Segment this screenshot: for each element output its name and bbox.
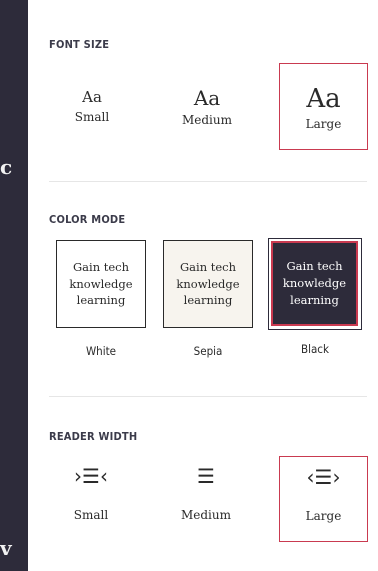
selected-frame: Gain tech knowledge learning <box>268 238 362 330</box>
font-size-medium-sample: Aa <box>193 86 221 110</box>
medium-width-icon: ☰ <box>197 464 215 488</box>
preview-line: Gain tech <box>286 259 343 274</box>
font-size-heading: FONT SIZE <box>49 38 110 51</box>
background-page <box>0 0 28 571</box>
preview-line: Gain tech <box>72 259 130 274</box>
narrow-width-icon: ›☰‹ <box>74 464 108 488</box>
font-size-medium-option[interactable]: Aa Medium <box>167 88 247 127</box>
font-size-large-label: Large <box>305 117 342 131</box>
background-text-fragment: c <box>0 155 13 179</box>
reader-width-small-option[interactable]: ›☰‹ Small <box>56 466 126 522</box>
section-divider <box>49 396 367 397</box>
preview-line: Gain tech <box>179 259 237 274</box>
preview-line: learning <box>76 293 126 308</box>
preview-line: learning <box>290 292 339 307</box>
wide-width-icon: ‹☰› <box>306 465 341 489</box>
background-text-fragment: v <box>0 536 12 560</box>
section-divider <box>49 181 367 182</box>
color-mode-white-label: White <box>85 344 117 358</box>
color-mode-sepia-preview: Gain tech knowledge learning <box>163 240 253 328</box>
font-size-small-option[interactable]: Aa Small <box>64 88 120 125</box>
reader-settings-panel: FONT SIZE Aa Small Aa Medium Aa Large CO… <box>28 0 378 571</box>
font-size-large-option[interactable]: Aa Large <box>279 63 368 150</box>
color-mode-black-label: Black <box>301 342 329 356</box>
color-mode-white-option[interactable]: Gain tech knowledge learning White <box>56 240 146 358</box>
color-mode-sepia-label: Sepia <box>193 344 223 358</box>
color-mode-sepia-option[interactable]: Gain tech knowledge learning Sepia <box>163 240 253 358</box>
color-mode-heading: COLOR MODE <box>49 213 126 226</box>
reader-width-large-option[interactable]: ‹☰› Large <box>279 456 368 542</box>
font-size-large-sample: Aa <box>306 84 341 114</box>
preview-line: knowledge <box>176 276 240 291</box>
font-size-small-sample: Aa <box>82 88 102 106</box>
reader-width-medium-label: Medium <box>180 508 231 522</box>
font-size-medium-label: Medium <box>181 113 232 127</box>
color-mode-black-preview: Gain tech knowledge learning <box>271 241 358 326</box>
preview-line: learning <box>183 293 233 308</box>
reader-width-heading: READER WIDTH <box>49 430 138 443</box>
preview-line: knowledge <box>282 276 347 291</box>
reader-width-large-label: Large <box>305 509 342 523</box>
reader-width-small-label: Small <box>73 508 109 522</box>
preview-line: knowledge <box>69 276 133 291</box>
color-mode-black-option[interactable]: Gain tech knowledge learning Black <box>268 238 362 356</box>
reader-width-medium-option[interactable]: ☰ Medium <box>171 466 241 522</box>
font-size-small-label: Small <box>74 110 110 124</box>
color-mode-white-preview: Gain tech knowledge learning <box>56 240 146 328</box>
